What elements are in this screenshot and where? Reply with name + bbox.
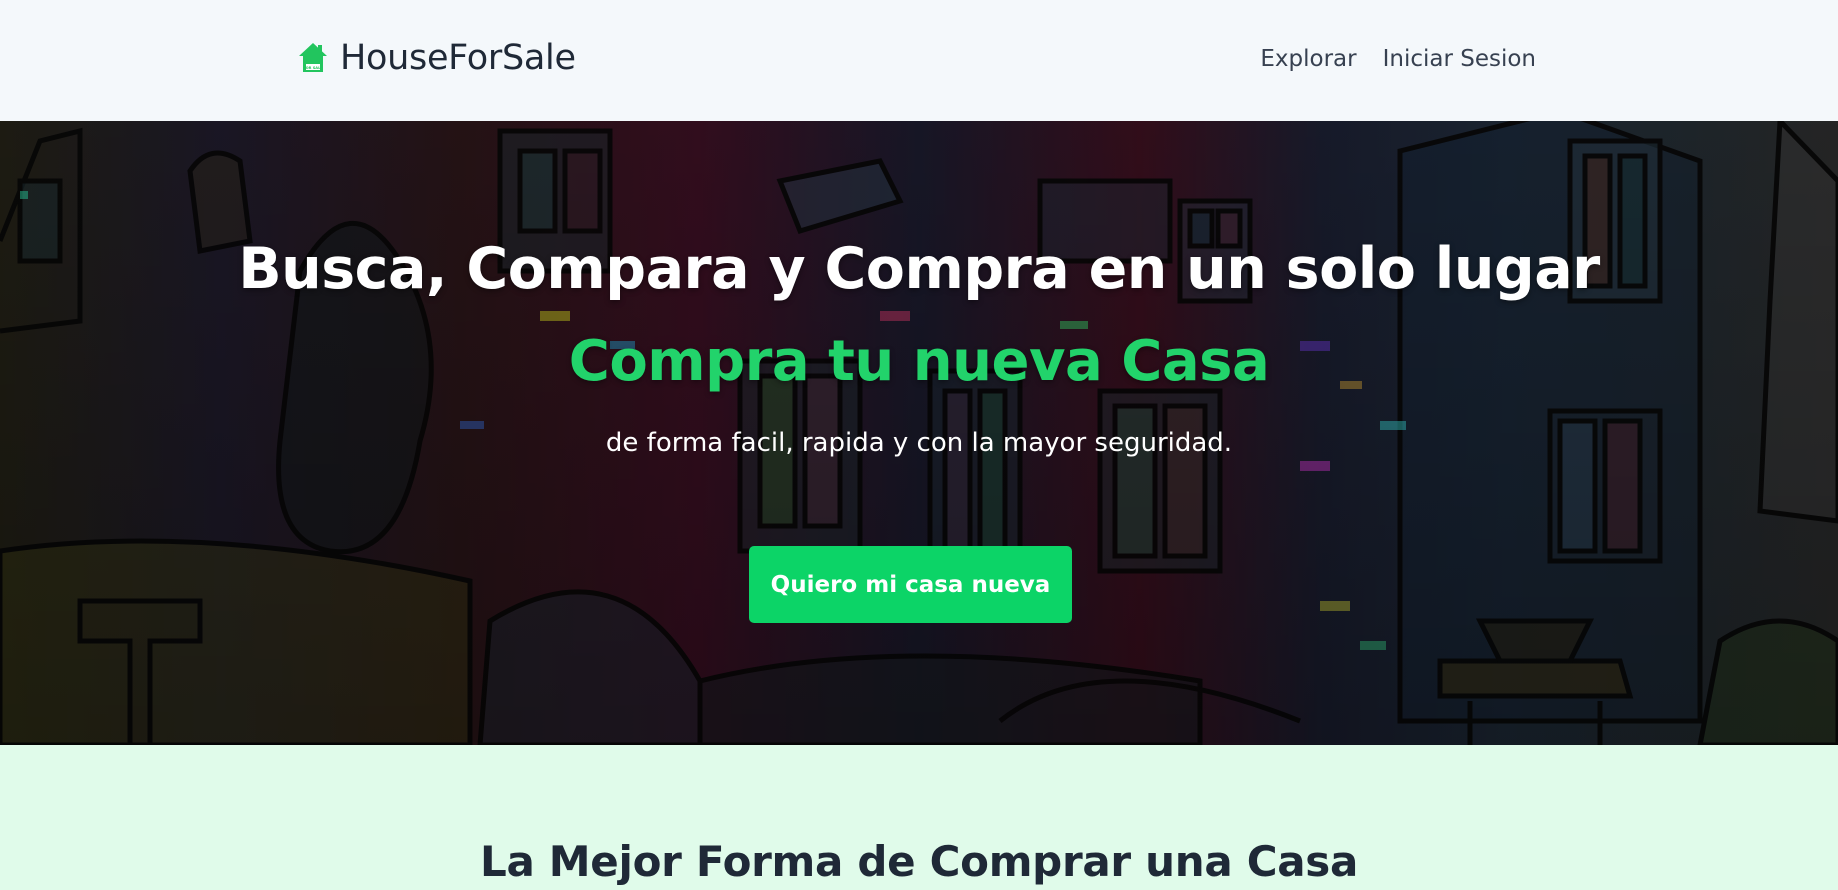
brand-link[interactable]: FOR SALE HouseForSale: [298, 38, 576, 78]
features-section: La Mejor Forma de Comprar una Casa: [0, 745, 1838, 890]
brand-icon-subtext: FOR SALE: [303, 66, 323, 70]
hero-title: Busca, Compara y Compra en un solo lugar: [238, 236, 1600, 302]
cta-button[interactable]: Quiero mi casa nueva: [749, 546, 1072, 623]
nav-link-iniciar-sesion[interactable]: Iniciar Sesion: [1383, 46, 1536, 72]
nav-links: Explorar Iniciar Sesion: [1260, 46, 1536, 72]
hero-text: de forma facil, rapida y con la mayor se…: [605, 428, 1233, 458]
section-title: La Mejor Forma de Comprar una Casa: [479, 837, 1358, 886]
nav-link-explorar[interactable]: Explorar: [1260, 46, 1356, 72]
hero-subtitle: Compra tu nueva Casa: [568, 329, 1270, 394]
navbar: FOR SALE HouseForSale Explorar Iniciar S…: [0, 0, 1838, 121]
brand-name: HouseForSale: [340, 38, 576, 78]
house-icon: FOR SALE: [299, 43, 327, 72]
hero: Busca, Compara y Compra en un solo lugar…: [0, 121, 1838, 745]
